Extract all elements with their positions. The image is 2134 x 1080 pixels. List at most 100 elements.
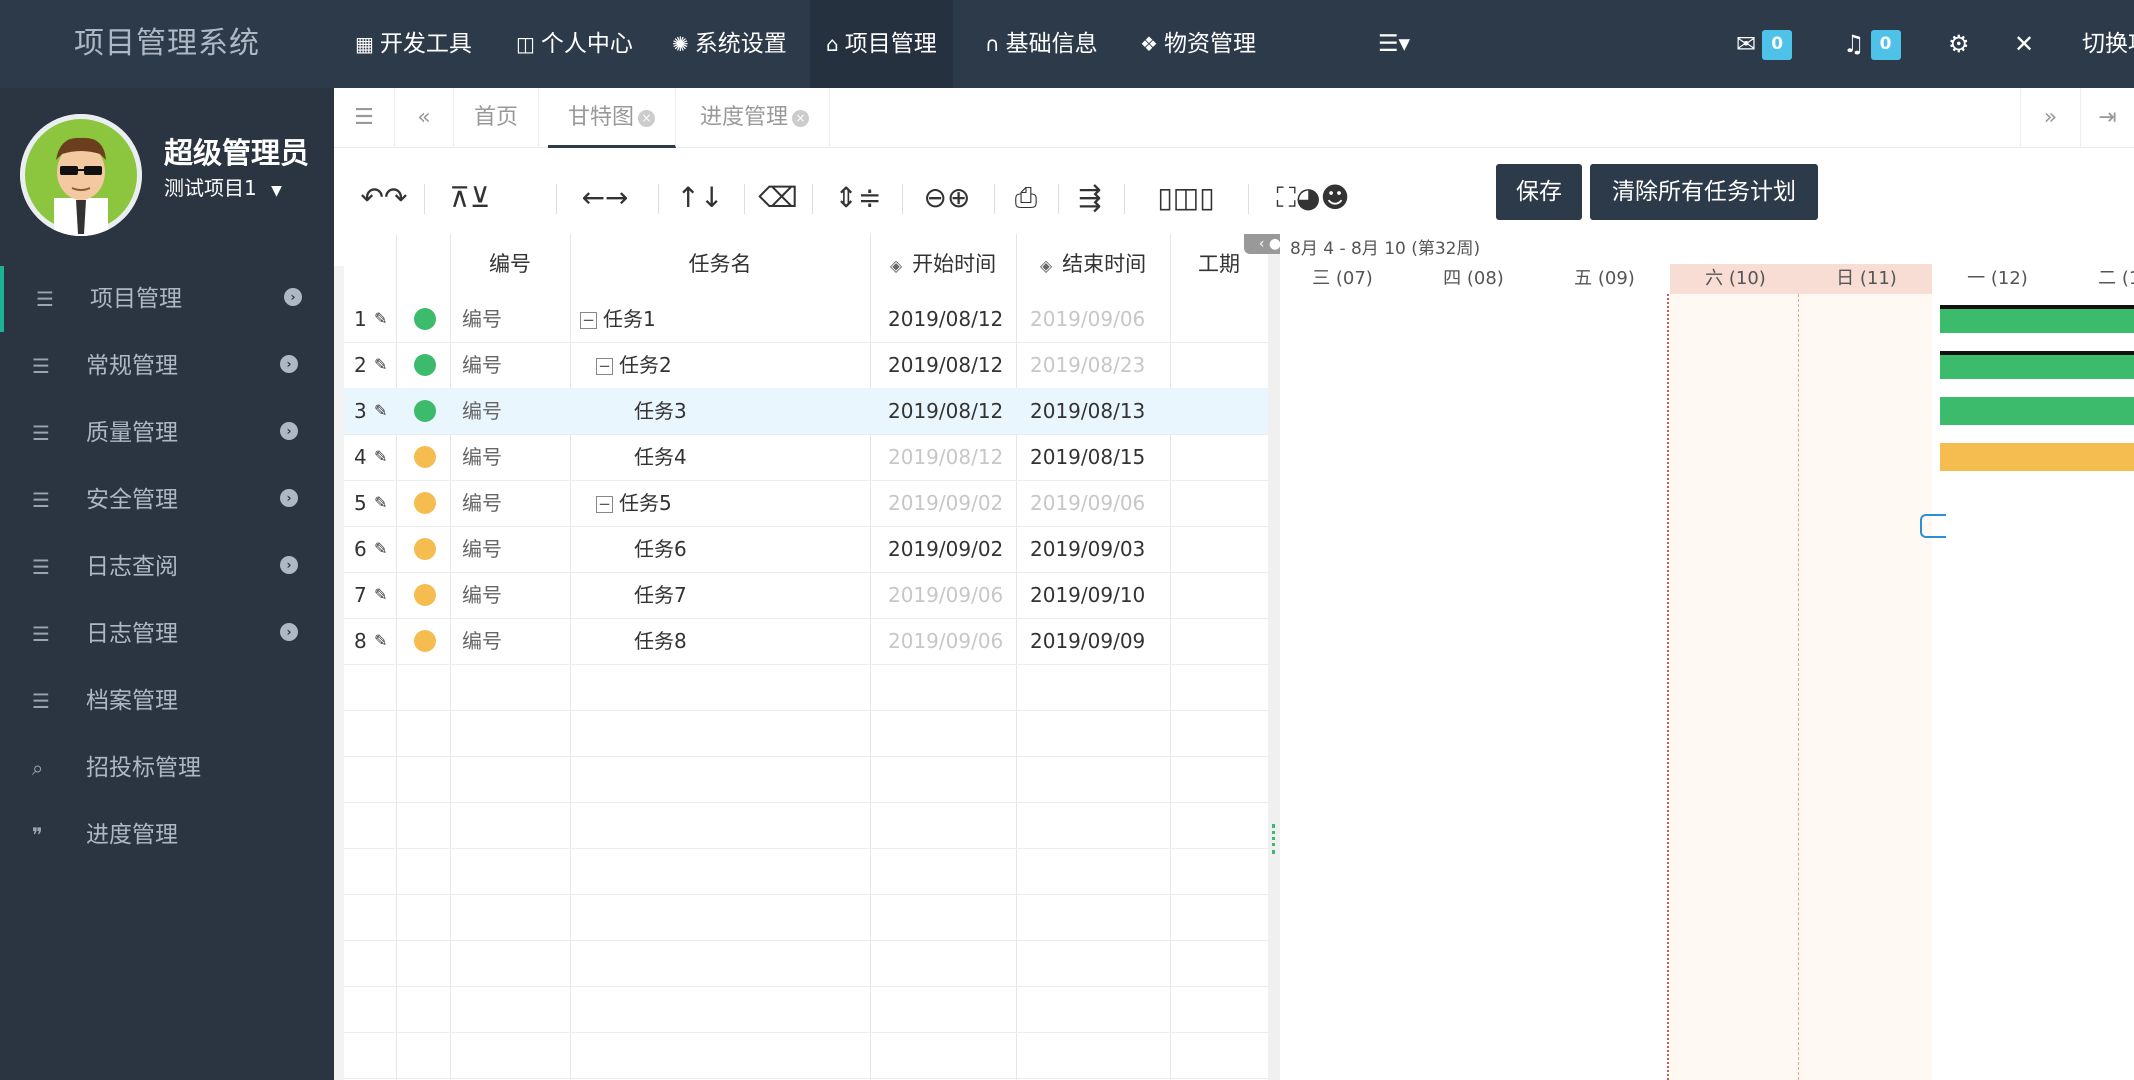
col-header-code[interactable]: 编号	[450, 234, 570, 294]
fullscreen-button[interactable]: ✕	[2014, 0, 2034, 88]
task-end-date[interactable]: 2019/09/06	[1030, 296, 1145, 342]
task-start-date[interactable]: 2019/08/12	[888, 434, 1003, 480]
indent-icon[interactable]: ⊻	[470, 181, 491, 214]
task-start-date[interactable]: 2019/09/06	[888, 572, 1003, 618]
redo-icon[interactable]: ↷	[384, 181, 407, 214]
table-row[interactable]: 1 ✎ 编号 − 任务1 2019/08/12 2019/09/06	[344, 296, 1268, 342]
toggle-sidebar-button[interactable]: ☰	[334, 88, 394, 148]
task-code[interactable]: 编号	[462, 434, 502, 480]
task-code[interactable]: 编号	[462, 572, 502, 618]
tabs-scroll-left-button[interactable]: «	[394, 88, 454, 148]
clear-all-plans-button[interactable]: 清除所有任务计划	[1590, 164, 1818, 220]
layout-left-icon[interactable]: ▯	[1157, 181, 1172, 214]
table-row[interactable]: 8 ✎ 编号 任务8 2019/09/06 2019/09/09	[344, 618, 1268, 664]
edit-icon[interactable]: ✎	[374, 434, 387, 480]
task-bar[interactable]	[1940, 305, 2134, 333]
edit-icon[interactable]: ✎	[374, 526, 387, 572]
task-start-date[interactable]: 2019/08/12	[888, 388, 1003, 434]
sidebar-item-6[interactable]: ☰ 日志管理 ›	[0, 601, 334, 667]
task-code[interactable]: 编号	[462, 296, 502, 342]
pane-splitter[interactable]	[1268, 234, 1280, 1080]
sidebar-item-3[interactable]: ☰ 质量管理 ›	[0, 400, 334, 466]
table-row[interactable]: 6 ✎ 编号 任务6 2019/09/02 2019/09/03	[344, 526, 1268, 572]
topnav-item-6[interactable]: ❖ 物资管理	[1140, 0, 1256, 88]
switch-project-link[interactable]: 切换项	[2082, 0, 2134, 88]
palette-icon[interactable]: ◕	[1296, 181, 1320, 214]
task-start-date[interactable]: 2019/09/06	[888, 618, 1003, 664]
topnav-item-1[interactable]: ▦ 开发工具	[355, 0, 472, 88]
task-start-date[interactable]: 2019/09/02	[888, 526, 1003, 572]
task-end-date[interactable]: 2019/09/03	[1030, 526, 1145, 572]
edit-icon[interactable]: ✎	[374, 388, 387, 434]
table-row[interactable]: 3 ✎ 编号 任务3 2019/08/12 2019/08/13	[344, 388, 1268, 434]
collapse-icon[interactable]: −	[596, 496, 613, 513]
sidebar-item-4[interactable]: ☰ 安全管理 ›	[0, 467, 334, 533]
mail-button[interactable]: ✉ 0	[1736, 0, 1793, 88]
edit-icon[interactable]: ✎	[374, 618, 387, 664]
collapse-all-icon[interactable]: ≑	[858, 181, 881, 214]
task-start-date[interactable]: 2019/09/02	[888, 480, 1003, 526]
task-name[interactable]: 任务3	[634, 388, 687, 434]
task-name[interactable]: − 任务2	[596, 342, 672, 388]
col-header-end[interactable]: ◈ 结束时间	[1016, 234, 1170, 294]
arrow-up-icon[interactable]: ↑	[677, 181, 700, 214]
col-header-start[interactable]: ◈ 开始时间	[870, 234, 1016, 294]
save-button[interactable]: 保存	[1496, 164, 1582, 220]
task-code[interactable]: 编号	[462, 618, 502, 664]
edit-icon[interactable]: ✎	[374, 572, 387, 618]
arrow-left-icon[interactable]: ←	[582, 181, 605, 214]
outdent-icon[interactable]: ⊼	[450, 181, 471, 214]
avatar[interactable]	[20, 114, 142, 236]
task-name[interactable]: − 任务5	[596, 480, 672, 526]
layout-split-icon[interactable]: ◫	[1173, 181, 1199, 214]
sidebar-item-7[interactable]: ☰ 档案管理	[0, 668, 334, 734]
tab-3[interactable]: 进度管理 ×	[680, 88, 831, 148]
close-tab-icon[interactable]: ×	[638, 109, 656, 127]
task-bar[interactable]	[1940, 397, 2134, 425]
tab-1[interactable]: 首页	[454, 88, 540, 148]
task-name[interactable]: 任务6	[634, 526, 687, 572]
zoom-in-icon[interactable]: ⊕	[947, 181, 970, 214]
task-end-date[interactable]: 2019/09/10	[1030, 572, 1145, 618]
undo-icon[interactable]: ↶	[361, 181, 384, 214]
table-row[interactable]: 4 ✎ 编号 任务4 2019/08/12 2019/08/15	[344, 434, 1268, 480]
close-tabs-button[interactable]: ⇥	[2080, 88, 2134, 148]
task-code[interactable]: 编号	[462, 480, 502, 526]
zoom-out-icon[interactable]: ⊖	[924, 181, 947, 214]
fullscreen-icon[interactable]: ⛶	[1276, 181, 1296, 214]
task-name[interactable]: − 任务1	[580, 296, 656, 342]
col-header-name[interactable]: 任务名	[570, 234, 870, 294]
task-code[interactable]: 编号	[462, 388, 502, 434]
task-end-date[interactable]: 2019/09/06	[1030, 480, 1145, 526]
sidebar-item-8[interactable]: ⌕ 招投标管理	[0, 735, 334, 801]
sidebar-item-5[interactable]: ☰ 日志查阅 ›	[0, 534, 334, 600]
print-button[interactable]: ⎙	[1006, 176, 1046, 220]
users-icon[interactable]: ☻	[1320, 181, 1349, 214]
sidebar-item-9[interactable]: ❞ 进度管理	[0, 802, 334, 868]
sidebar-item-2[interactable]: ☰ 常规管理 ›	[0, 333, 334, 399]
table-row[interactable]: 7 ✎ 编号 任务7 2019/09/06 2019/09/10	[344, 572, 1268, 618]
task-start-date[interactable]: 2019/08/12	[888, 296, 1003, 342]
task-name[interactable]: 任务7	[634, 572, 687, 618]
more-menu-button[interactable]: ☰▾	[1358, 0, 1430, 88]
task-end-date[interactable]: 2019/08/13	[1030, 388, 1145, 434]
edit-icon[interactable]: ✎	[374, 480, 387, 526]
task-end-date[interactable]: 2019/08/23	[1030, 342, 1145, 388]
share-button[interactable]: ⇶	[1070, 176, 1110, 220]
notifications-button[interactable]: ♫ 0	[1843, 0, 1901, 88]
delete-button[interactable]: ⌫	[758, 176, 798, 220]
task-code[interactable]: 编号	[462, 526, 502, 572]
topnav-item-3[interactable]: ✺ 系统设置	[672, 0, 787, 88]
arrow-down-icon[interactable]: ↓	[700, 181, 723, 214]
arrow-right-icon[interactable]: →	[605, 181, 628, 214]
topnav-item-5[interactable]: ∩ 基础信息	[985, 0, 1098, 88]
edit-icon[interactable]: ✎	[374, 342, 387, 388]
task-code[interactable]: 编号	[462, 342, 502, 388]
topnav-item-4[interactable]: ⌂ 项目管理	[810, 0, 953, 88]
layout-right-icon[interactable]: ▯	[1199, 181, 1214, 214]
tab-2[interactable]: 甘特图 ×	[548, 88, 677, 148]
topnav-item-2[interactable]: ◫ 个人中心	[516, 0, 633, 88]
task-bar[interactable]	[1940, 351, 2134, 379]
project-selector[interactable]: 测试项目1 ▼	[164, 172, 282, 201]
close-tab-icon[interactable]: ×	[792, 109, 810, 127]
